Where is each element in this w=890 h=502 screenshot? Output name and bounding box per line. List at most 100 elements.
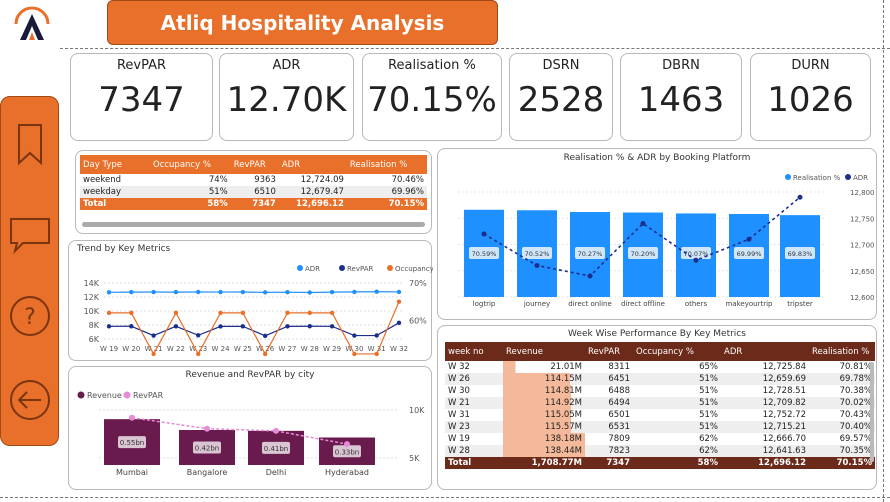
data-point <box>285 324 290 329</box>
x-tick-label: makeyourtrip <box>726 300 774 308</box>
data-point <box>307 324 312 329</box>
data-label: 69.83% <box>788 250 813 258</box>
x-tick-label: logtrip <box>473 300 496 308</box>
platform-chart-card: Realisation % & ADR by Booking Platform … <box>437 148 877 320</box>
legend-label: ADR <box>853 174 868 182</box>
y-tick-label: 12K <box>84 293 100 302</box>
table-row[interactable]: W 26 114.15M 6451 51% 12,659.69 69.78% <box>445 373 875 385</box>
legend-marker <box>339 265 345 271</box>
data-label: 70.59% <box>472 250 497 258</box>
cell: 70.35% <box>839 446 872 456</box>
cell: W 19 <box>448 434 470 444</box>
x-tick-label: W 32 <box>390 345 408 353</box>
legend-marker <box>845 174 851 180</box>
cell: W 30 <box>448 386 470 396</box>
platform-chart: 12,800 12,750 12,700 12,650 12,600 70.59% logt… <box>458 174 875 308</box>
y2-tick-label: 10K <box>409 406 425 415</box>
col-header[interactable]: RevPAR <box>231 155 279 174</box>
data-point <box>481 231 487 237</box>
y2-tick-label: 12,750 <box>850 215 875 223</box>
y2-tick-label: 12,650 <box>850 268 875 276</box>
x-tick-label: W 27 <box>278 345 296 353</box>
col-header[interactable]: RevPAR <box>585 342 633 361</box>
data-point <box>173 289 179 295</box>
col-header[interactable]: Revenue <box>503 342 585 361</box>
col-header[interactable]: ADR <box>721 342 809 361</box>
data-label: 0.41bn <box>264 445 288 453</box>
cell: 51% <box>699 398 718 408</box>
table-row[interactable]: W 28 138.44M 7823 62% 12,641.63 70.35% <box>445 445 875 457</box>
table-row[interactable]: weekend 74% 9363 12,724.09 70.46% <box>80 174 427 186</box>
x-tick-label: W 29 <box>323 345 341 353</box>
table-row[interactable]: W 30 114.81M 6488 51% 12,728.51 70.38% <box>445 385 875 397</box>
legend-label: RevPAR <box>133 391 164 400</box>
cell: 7347 <box>606 458 630 468</box>
cell: 69.78% <box>839 374 872 384</box>
cell: W 23 <box>448 422 470 432</box>
cell: 7347 <box>252 199 276 209</box>
data-point <box>640 221 646 226</box>
col-header[interactable]: ADR <box>279 155 347 174</box>
kpi-card-realisation: Realisation % 70.15% <box>362 53 502 141</box>
kpi-value: 7347 <box>98 80 185 120</box>
table-total-row: Total 1,708.77M 7347 58% 12,696.12 70.15% <box>445 457 875 469</box>
col-header[interactable]: Realisation % <box>809 342 875 361</box>
data-point <box>129 310 134 316</box>
table-row[interactable]: W 23 115.57M 6531 51% 12,715.21 70.40% <box>445 421 875 433</box>
comment-icon[interactable] <box>9 215 53 255</box>
col-header[interactable]: Occupancy % <box>633 342 721 361</box>
data-label: 70.20% <box>631 250 656 258</box>
y2-tick-label: 70% <box>409 279 427 288</box>
cell: 6494 <box>608 398 630 408</box>
table-row[interactable]: weekday 51% 6510 12,679.47 69.96% <box>80 186 427 198</box>
cell: 70.02% <box>839 398 872 408</box>
table-row[interactable]: W 32 21.01M 8311 65% 12,725.84 70.81% <box>445 361 875 373</box>
col-header[interactable]: Occupancy % <box>150 155 231 174</box>
vertical-scrollbar[interactable] <box>870 362 874 462</box>
back-arrow-icon[interactable] <box>9 379 51 421</box>
data-point <box>129 289 134 295</box>
series-line-revpar <box>131 416 348 445</box>
cell: W 32 <box>448 362 470 372</box>
dashboard-title: Atliq Hospitality Analysis <box>107 0 498 45</box>
x-tick-label: others <box>685 300 708 308</box>
data-point <box>262 351 268 357</box>
table-row[interactable]: W 31 115.05M 6501 51% 12,752.72 70.43% <box>445 409 875 421</box>
cell: 70.81% <box>839 362 872 372</box>
data-point <box>352 289 357 295</box>
data-point <box>106 290 112 295</box>
col-header[interactable]: week no <box>445 342 503 361</box>
data-point <box>173 310 179 316</box>
col-header[interactable]: Realisation % <box>347 155 427 174</box>
data-label: 0.42bn <box>195 445 219 453</box>
cell: Total <box>448 458 472 468</box>
data-point <box>587 273 593 279</box>
y-tick-label: 10K <box>84 307 100 316</box>
legend-marker <box>297 265 303 271</box>
data-point <box>240 324 246 329</box>
data-point <box>151 333 156 338</box>
cell: 12,659.69 <box>762 374 806 384</box>
data-point <box>240 289 246 295</box>
col-header[interactable]: Day Type <box>80 155 150 174</box>
table-row[interactable]: W 21 114.92M 6494 51% 12,709.82 70.02% <box>445 397 875 409</box>
cell: 115.05M <box>503 409 585 421</box>
horizontal-scrollbar[interactable] <box>82 222 425 227</box>
city-chart: 10K 5K 0.55bn Mumbai 0.42bn Bangalore 0.41bn De… <box>77 391 425 477</box>
cell: 12,641.63 <box>762 446 806 456</box>
x-tick-label: direct offline <box>621 300 665 308</box>
legend-marker <box>785 174 791 180</box>
legend-label: Revenue <box>87 391 122 400</box>
data-point <box>285 289 290 295</box>
cell: 62% <box>699 434 718 444</box>
bookmark-icon[interactable] <box>15 123 45 167</box>
cell: 12,696.12 <box>296 199 344 209</box>
data-point <box>196 351 201 357</box>
cell: weekday <box>83 187 121 197</box>
help-icon[interactable]: ? <box>9 295 51 337</box>
x-tick-label: W 25 <box>234 345 252 353</box>
y2-tick-label: 12,800 <box>850 189 875 197</box>
cell: 115.57M <box>503 421 585 433</box>
table-row[interactable]: W 19 138.18M 7809 62% 12,666.70 69.57% <box>445 433 875 445</box>
cell: 51% <box>699 422 718 432</box>
